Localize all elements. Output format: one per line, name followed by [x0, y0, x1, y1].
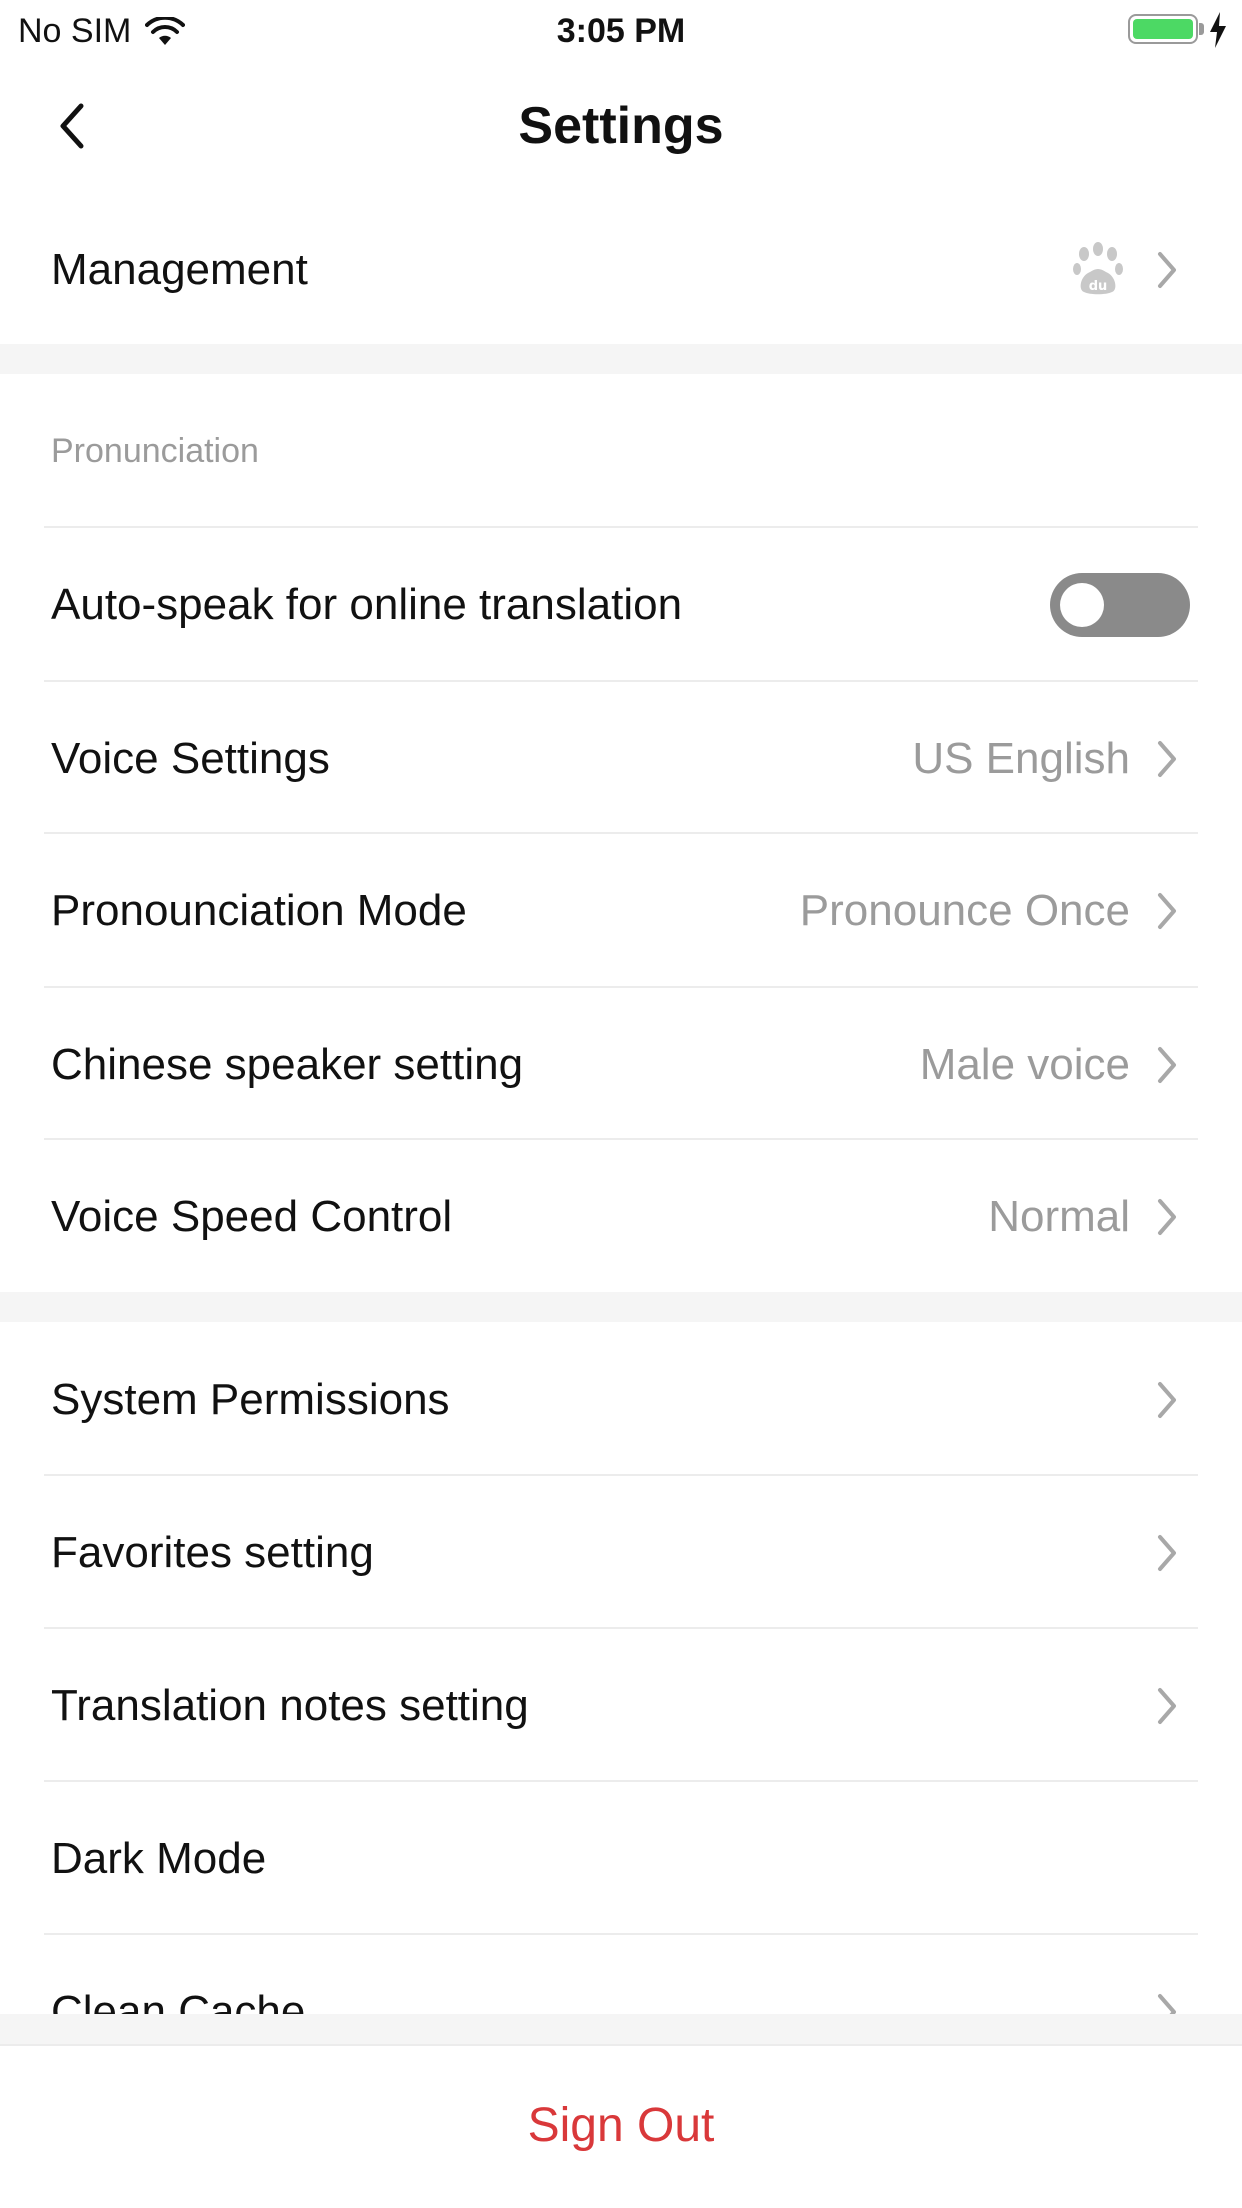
translation-notes-row[interactable]: Translation notes setting: [0, 1630, 1242, 1782]
chevron-right-icon: [1156, 1380, 1178, 1420]
page-title: Settings: [518, 97, 724, 155]
battery-icon: [1128, 14, 1198, 44]
chinese-speaker-value: Male voice: [919, 1040, 1130, 1089]
clock: 3:05 PM: [556, 12, 686, 50]
chevron-right-icon: [1156, 891, 1178, 931]
svg-text:du: du: [1089, 279, 1108, 294]
voice-speed-value: Normal: [988, 1192, 1130, 1241]
bottom-bar: Sign Out: [0, 2044, 1242, 2208]
baidu-paw-icon: du: [1073, 242, 1123, 295]
auto-speak-row: Auto-speak for online translation: [0, 529, 1242, 681]
chevron-right-icon: [1156, 1533, 1178, 1573]
charging-bolt-icon: [1210, 12, 1226, 48]
divider: [44, 986, 1198, 988]
pronunciation-mode-row[interactable]: Pronounciation Mode Pronounce Once: [0, 835, 1242, 987]
divider: [44, 1933, 1198, 1935]
voice-settings-row[interactable]: Voice Settings US English: [0, 683, 1242, 835]
favorites-label: Favorites setting: [51, 1528, 374, 1577]
section-header-pronunciation: Pronunciation: [51, 432, 259, 470]
chevron-right-icon: [1156, 1686, 1178, 1726]
chinese-speaker-row[interactable]: Chinese speaker setting Male voice: [0, 989, 1242, 1141]
translation-notes-label: Translation notes setting: [51, 1681, 529, 1730]
chevron-right-icon: [1156, 739, 1178, 779]
chevron-right-icon: [1156, 1197, 1178, 1237]
status-bar: No SIM 3:05 PM: [0, 0, 1242, 62]
voice-speed-label: Voice Speed Control: [51, 1192, 453, 1241]
section-separator: [0, 344, 1242, 374]
voice-speed-row[interactable]: Voice Speed Control Normal: [0, 1141, 1242, 1293]
chinese-speaker-label: Chinese speaker setting: [51, 1040, 524, 1089]
auto-speak-toggle[interactable]: [1050, 573, 1190, 637]
auto-speak-label: Auto-speak for online translation: [51, 580, 683, 629]
pronunciation-mode-value: Pronounce Once: [799, 886, 1130, 935]
management-label: Management: [51, 245, 308, 294]
divider: [44, 1474, 1198, 1476]
section-separator: [0, 1292, 1242, 1322]
system-permissions-label: System Permissions: [51, 1375, 450, 1424]
battery-tip: [1199, 23, 1204, 35]
dark-mode-row[interactable]: Dark Mode: [0, 1783, 1242, 1935]
management-row[interactable]: Management du: [0, 194, 1242, 346]
divider: [44, 1627, 1198, 1629]
system-permissions-row[interactable]: System Permissions: [0, 1324, 1242, 1476]
voice-settings-label: Voice Settings: [51, 734, 330, 783]
toggle-knob: [1060, 583, 1104, 627]
chevron-right-icon: [1156, 250, 1178, 290]
chevron-right-icon: [1156, 1045, 1178, 1085]
favorites-row[interactable]: Favorites setting: [0, 1477, 1242, 1629]
bottom-separator: [0, 2014, 1242, 2044]
divider: [44, 832, 1198, 834]
divider: [44, 1780, 1198, 1782]
sign-out-button[interactable]: Sign Out: [0, 2098, 1242, 2153]
divider: [44, 1138, 1198, 1140]
pronunciation-mode-label: Pronounciation Mode: [51, 886, 467, 935]
voice-settings-value: US English: [912, 734, 1130, 783]
navigation-bar: Settings: [0, 62, 1242, 190]
divider: [44, 526, 1198, 528]
dark-mode-label: Dark Mode: [51, 1834, 267, 1883]
divider: [44, 680, 1198, 682]
